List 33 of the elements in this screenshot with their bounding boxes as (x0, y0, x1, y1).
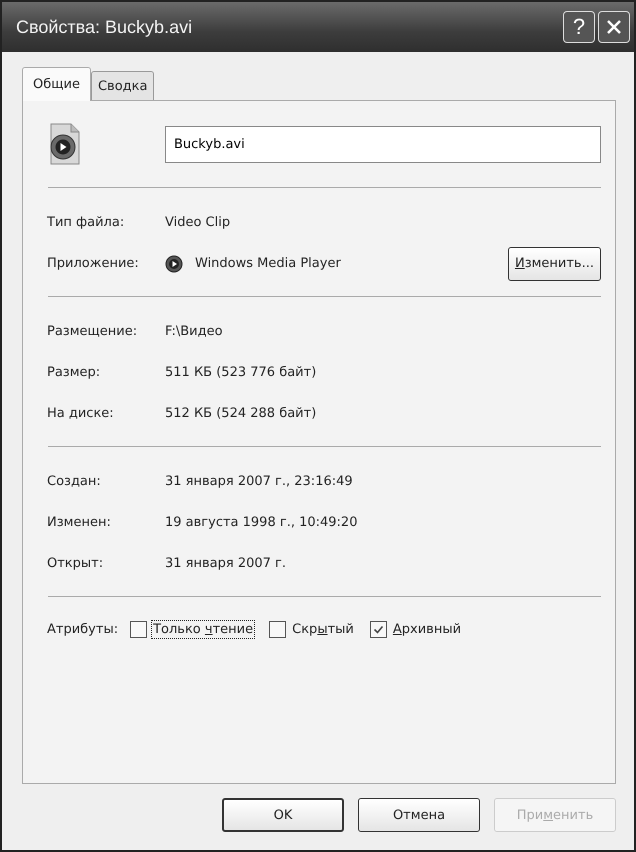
field-value: 19 августа 1998 г., 10:49:20 (165, 515, 358, 530)
field-value: 512 КБ (524 288 байт) (165, 406, 316, 421)
ok-button[interactable]: OK (222, 798, 344, 832)
checkbox-label[interactable]: Скрытый (290, 620, 356, 638)
field-value: F:\Видео (165, 324, 223, 339)
tab[interactable]: Общие (22, 67, 91, 101)
field-label: На диске: (47, 406, 115, 421)
checkbox[interactable] (269, 620, 286, 638)
field-value: 511 КБ (523 776 байт) (165, 365, 316, 380)
field-label: Создан: (47, 474, 102, 489)
close-button[interactable] (598, 11, 630, 43)
field-label: Изменен: (47, 515, 112, 530)
checkbox[interactable] (130, 620, 148, 638)
field-value: Video Clip (165, 215, 230, 230)
field-value: Windows Media Player (195, 256, 342, 271)
file-name-field[interactable]: Buckyb.avi (165, 126, 601, 162)
field-label: Открыт: (47, 556, 104, 571)
window-title: Свойства: Buckyb.avi (16, 16, 194, 38)
checkbox[interactable] (370, 620, 387, 638)
field-label: Атрибуты: (47, 622, 118, 636)
field-label: Размер: (47, 365, 102, 380)
change-button[interactable]: Изменить... (508, 246, 601, 280)
dialog-button[interactable]: Отмена (358, 798, 480, 832)
field-value: 31 января 2007 г., 23:16:49 (165, 474, 353, 489)
help-button[interactable]: ? (563, 11, 595, 43)
player-icon (165, 254, 183, 272)
field-label: Приложение: (47, 256, 140, 271)
field-label: Размещение: (47, 324, 138, 339)
checkbox-label[interactable]: Только чтение (151, 620, 256, 638)
field-value: 31 января 2007 г. (165, 556, 286, 571)
checkbox-label[interactable]: Архивный (390, 620, 464, 638)
field-label: Тип файла: (47, 215, 126, 230)
tab[interactable]: Сводка (90, 71, 154, 100)
